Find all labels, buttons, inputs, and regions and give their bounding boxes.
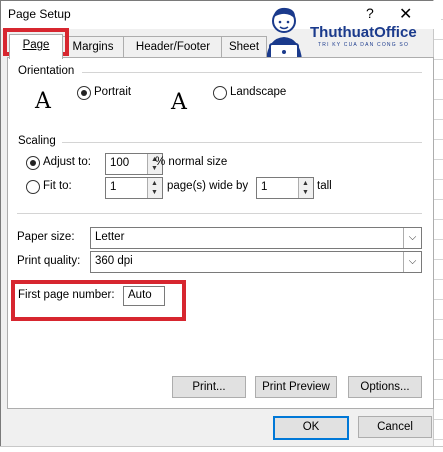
print-quality-value: 360 dpi <box>95 255 133 267</box>
tab-label: Page <box>22 39 50 51</box>
paper-size-value: Letter <box>95 231 125 243</box>
adjust-to-radio[interactable] <box>26 156 40 170</box>
portrait-label[interactable]: Portrait <box>94 86 131 98</box>
tab-page[interactable]: Page <box>9 34 63 59</box>
worksheet-grid-bottom <box>0 446 443 452</box>
print-button[interactable]: Print... <box>172 376 246 398</box>
watermark-brand-name: ThuthuatOffice <box>310 24 417 41</box>
fit-wide-suffix: page(s) wide by <box>167 180 249 192</box>
landscape-radio[interactable] <box>213 86 227 100</box>
adjust-percent-value: 100 <box>110 157 130 169</box>
watermark-tagline: TRI KY CUA DAN CONG SO <box>318 42 410 48</box>
highlight-first-page-number <box>11 280 186 321</box>
watermark-logo: ThuthuatOffice TRI KY CUA DAN CONG SO <box>258 2 438 62</box>
paper-size-dropdown[interactable]: Letter ⌵ <box>90 227 422 249</box>
landscape-page-icon: A <box>164 88 196 115</box>
paper-size-label: Paper size: <box>17 231 75 243</box>
spinner-arrows[interactable]: ▲ ▼ <box>298 178 313 198</box>
print-preview-button[interactable]: Print Preview <box>255 376 337 398</box>
fit-to-radio[interactable] <box>26 180 40 194</box>
chevron-down-icon[interactable]: ⌵ <box>403 252 421 272</box>
options-button[interactable]: Options... <box>348 376 422 398</box>
print-quality-dropdown[interactable]: 360 dpi ⌵ <box>90 251 422 273</box>
landscape-label[interactable]: Landscape <box>230 86 286 98</box>
tab-header-footer[interactable]: Header/Footer <box>123 36 223 58</box>
print-quality-label: Print quality: <box>17 255 81 267</box>
adjust-percent-suffix: % normal size <box>155 156 228 168</box>
fit-tall-value: 1 <box>261 181 268 193</box>
paper-divider <box>17 213 422 214</box>
person-laptop-icon <box>266 7 302 61</box>
tab-sheet[interactable]: Sheet <box>221 36 267 58</box>
dialog-title: Page Setup <box>8 7 71 21</box>
portrait-page-icon: A <box>30 87 57 115</box>
fit-wide-spinner[interactable]: 1 ▲ ▼ <box>105 177 163 199</box>
spinner-arrows[interactable]: ▲ ▼ <box>147 178 162 198</box>
chevron-down-icon[interactable]: ⌵ <box>403 228 421 248</box>
ok-button[interactable]: OK <box>273 416 349 440</box>
fit-to-label[interactable]: Fit to: <box>43 180 72 192</box>
orientation-divider <box>82 72 422 73</box>
tab-margins[interactable]: Margins <box>61 36 125 58</box>
worksheet-grid-background <box>433 0 443 451</box>
fit-tall-suffix: tall <box>317 180 332 192</box>
adjust-to-label[interactable]: Adjust to: <box>43 156 91 168</box>
portrait-radio[interactable] <box>77 86 91 100</box>
cancel-button[interactable]: Cancel <box>358 416 432 438</box>
fit-wide-value: 1 <box>110 181 117 193</box>
scaling-divider <box>62 142 422 143</box>
fit-tall-spinner[interactable]: 1 ▲ ▼ <box>256 177 314 199</box>
orientation-heading: Orientation <box>18 65 75 77</box>
scaling-heading: Scaling <box>18 135 56 147</box>
